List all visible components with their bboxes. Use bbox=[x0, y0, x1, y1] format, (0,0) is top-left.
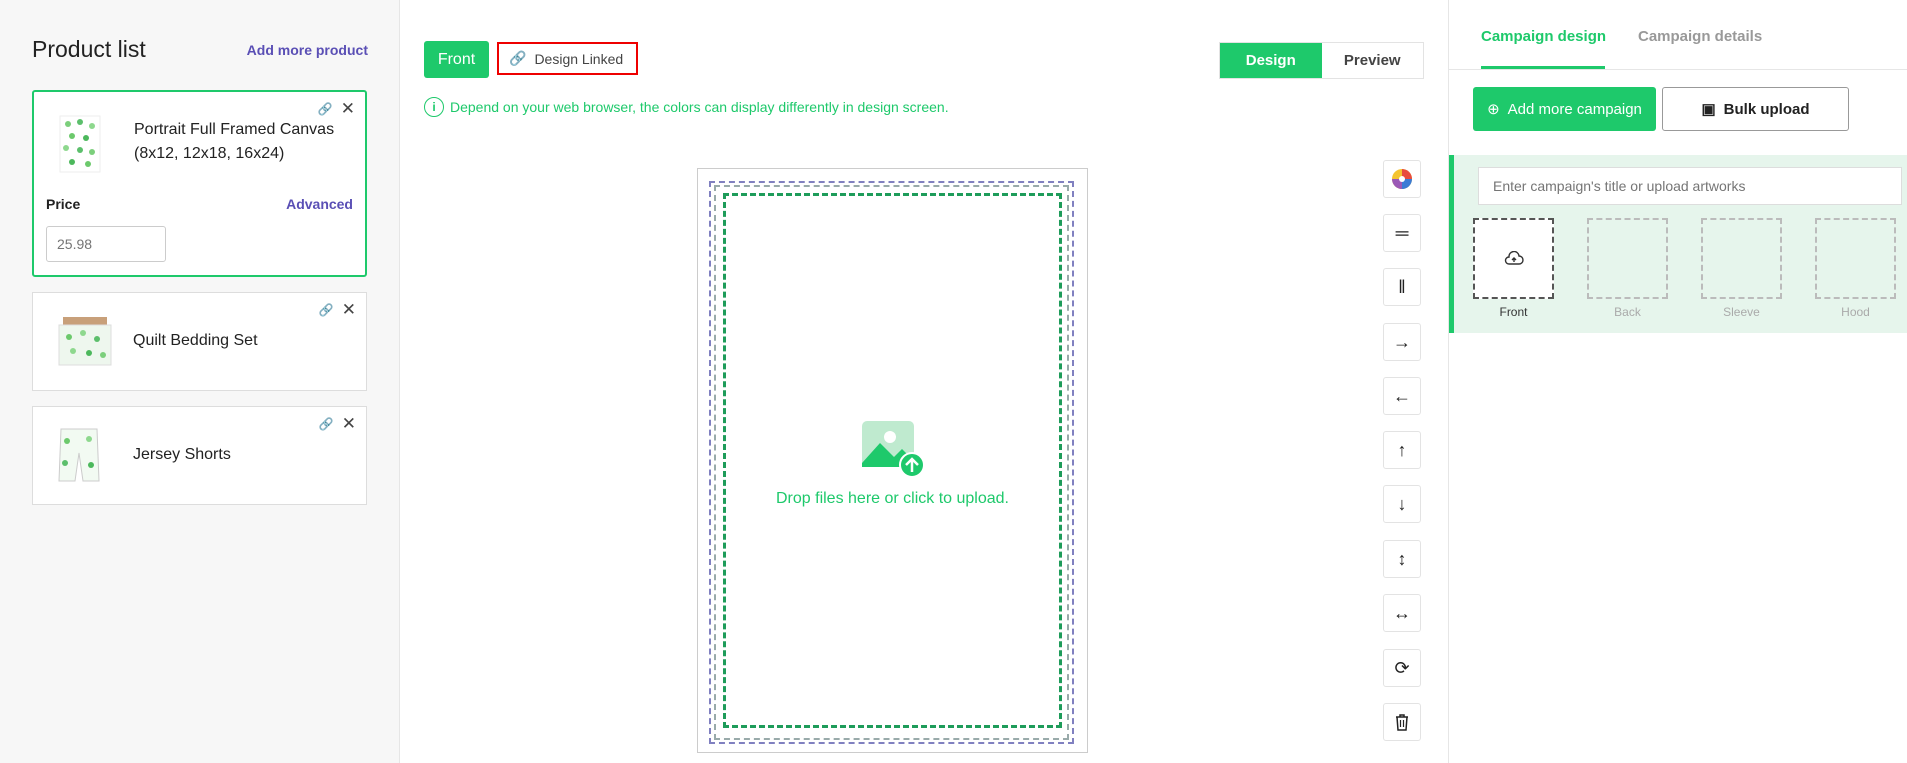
upload-text: Drop files here or click to upload. bbox=[776, 490, 1009, 507]
design-canvas[interactable]: Drop files here or click to upload. bbox=[697, 168, 1088, 753]
stretch-horizontal-icon[interactable]: ↔ bbox=[1383, 594, 1421, 632]
campaign-item: Front Back Sleeve Hood bbox=[1449, 155, 1907, 333]
product-card-shorts[interactable]: 🔗 ✕ Jersey Shorts bbox=[32, 406, 367, 505]
info-icon: i bbox=[424, 97, 444, 117]
tab-campaign-design[interactable]: Campaign design bbox=[1481, 28, 1606, 45]
slot-label-front: Front bbox=[1499, 305, 1528, 319]
product-list-title: Product list bbox=[32, 36, 146, 62]
arrow-up-icon[interactable]: ↑ bbox=[1383, 431, 1421, 469]
product-name-line2: (8x12, 12x18, 16x24) bbox=[134, 145, 285, 162]
front-side-button[interactable]: Front bbox=[424, 41, 489, 78]
tab-campaign-details[interactable]: Campaign details bbox=[1638, 28, 1762, 45]
artwork-slot-hood[interactable] bbox=[1815, 218, 1896, 299]
link-icon[interactable]: 🔗 bbox=[318, 102, 333, 116]
link-icon[interactable]: 🔗 bbox=[319, 303, 334, 317]
product-thumbnail bbox=[59, 115, 101, 173]
price-label: Price bbox=[46, 196, 81, 212]
design-mode-button[interactable]: Design bbox=[1220, 43, 1322, 78]
bulk-upload-label: Bulk upload bbox=[1723, 100, 1810, 118]
arrow-left-icon[interactable]: ← bbox=[1383, 377, 1421, 415]
slot-label-back: Back bbox=[1614, 305, 1641, 319]
preview-mode-button[interactable]: Preview bbox=[1322, 43, 1424, 78]
color-notice-text: Depend on your web browser, the colors c… bbox=[450, 99, 949, 115]
design-linked-label: Design Linked bbox=[534, 50, 624, 67]
mode-toggle: Design Preview bbox=[1219, 42, 1424, 79]
image-upload-icon bbox=[861, 421, 925, 478]
artwork-slot-sleeve[interactable] bbox=[1701, 218, 1782, 299]
link-icon: 🔗 bbox=[509, 50, 527, 66]
artwork-slot-back[interactable] bbox=[1587, 218, 1668, 299]
color-notice: i Depend on your web browser, the colors… bbox=[424, 97, 949, 117]
rotate-icon[interactable]: ⟳ bbox=[1383, 649, 1421, 687]
product-card-quilt[interactable]: 🔗 ✕ Quilt Bedding Set bbox=[32, 292, 367, 391]
close-icon[interactable]: ✕ bbox=[341, 100, 355, 117]
product-name-line1: Portrait Full Framed Canvas bbox=[134, 121, 335, 138]
product-name: Quilt Bedding Set bbox=[133, 332, 258, 349]
add-more-campaign-button[interactable]: ⊕ Add more campaign bbox=[1473, 87, 1656, 131]
design-linked-button[interactable]: 🔗 Design Linked bbox=[497, 42, 638, 75]
advanced-link[interactable]: Advanced bbox=[286, 196, 353, 212]
product-list-header: Product list Add more product bbox=[32, 36, 368, 63]
close-icon[interactable]: ✕ bbox=[342, 415, 356, 432]
product-list-panel: Product list Add more product 🔗 ✕ Portra… bbox=[0, 0, 400, 763]
color-wheel-icon[interactable] bbox=[1383, 160, 1421, 198]
close-icon[interactable]: ✕ bbox=[342, 301, 356, 318]
campaign-panel: Campaign design Campaign details ⊕ Add m… bbox=[1448, 0, 1907, 763]
align-horizontal-icon[interactable]: ═ bbox=[1383, 214, 1421, 252]
upload-dropzone[interactable]: Drop files here or click to upload. bbox=[698, 419, 1087, 508]
slot-label-hood: Hood bbox=[1841, 305, 1870, 319]
product-name: Portrait Full Framed Canvas (8x12, 12x18… bbox=[134, 118, 334, 166]
price-input[interactable] bbox=[46, 226, 166, 262]
slot-label-sleeve: Sleeve bbox=[1723, 305, 1760, 319]
align-vertical-icon[interactable]: ‖ bbox=[1383, 268, 1421, 306]
campaign-tabs: Campaign design Campaign details bbox=[1449, 0, 1907, 70]
trash-icon[interactable] bbox=[1383, 703, 1421, 741]
design-area: Front 🔗 Design Linked Design Preview i D… bbox=[400, 0, 1448, 763]
cloud-upload-icon bbox=[1504, 251, 1524, 265]
link-icon[interactable]: 🔗 bbox=[319, 417, 334, 431]
add-more-campaign-label: Add more campaign bbox=[1507, 100, 1642, 118]
artwork-slot-front[interactable] bbox=[1473, 218, 1554, 299]
arrow-right-icon[interactable]: → bbox=[1383, 323, 1421, 361]
add-more-product-link[interactable]: Add more product bbox=[247, 42, 368, 58]
active-tab-indicator bbox=[1481, 66, 1605, 69]
images-icon: ▣ bbox=[1701, 101, 1716, 118]
stretch-vertical-icon[interactable]: ↕ bbox=[1383, 540, 1421, 578]
plus-circle-icon: ⊕ bbox=[1487, 101, 1500, 118]
product-name: Jersey Shorts bbox=[133, 446, 231, 463]
product-thumbnail bbox=[58, 428, 100, 482]
product-thumbnail bbox=[58, 317, 112, 366]
arrow-down-icon[interactable]: ↓ bbox=[1383, 485, 1421, 523]
product-card-canvas[interactable]: 🔗 ✕ Portrait Full Framed Canvas (8x12, 1… bbox=[32, 90, 367, 277]
bulk-upload-button[interactable]: ▣ Bulk upload bbox=[1662, 87, 1849, 131]
campaign-title-input[interactable] bbox=[1478, 167, 1902, 205]
